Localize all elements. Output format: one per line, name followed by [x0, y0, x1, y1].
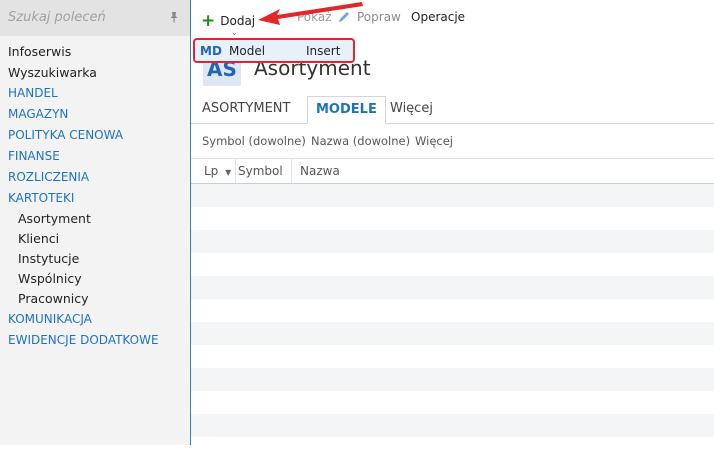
sidebar-item[interactable]: HANDEL — [0, 83, 190, 104]
sidebar-item[interactable]: Wyszukiwarka — [0, 62, 190, 83]
sidebar-item[interactable]: MAGAZYN — [0, 104, 190, 125]
table-row[interactable] — [191, 230, 714, 253]
sidebar: Szukaj poleceń Infoserwis Wyszukiwarka HAN… — [0, 0, 191, 445]
chevron-down-icon: ⌄ — [231, 28, 238, 37]
sidebar-item[interactable]: Wspólnicy — [0, 269, 190, 289]
tab-modele[interactable]: MODELE — [307, 96, 386, 124]
filter-bar: Symbol (dowolne) Nazwa (dowolne) Więcej — [191, 124, 714, 159]
table-row[interactable] — [191, 437, 714, 460]
pin-icon[interactable] — [168, 11, 180, 23]
add-dropdown-item-model[interactable]: MD Model Insert — [193, 38, 355, 63]
search-placeholder: Szukaj poleceń — [8, 10, 106, 25]
sidebar-item[interactable]: Asortyment — [0, 209, 190, 229]
sidebar-item[interactable]: KOMUNIKACJA — [0, 309, 190, 330]
table-row[interactable] — [191, 368, 714, 391]
sidebar-item[interactable]: FINANSE — [0, 146, 190, 167]
sidebar-item[interactable]: Klienci — [0, 229, 190, 249]
operations-button[interactable]: Operacje — [411, 10, 465, 24]
add-button[interactable]: + Dodaj ⌄ — [201, 10, 255, 37]
plus-icon: + — [201, 11, 216, 31]
sidebar-item[interactable]: ROZLICZENIA — [0, 167, 190, 188]
search-input[interactable]: Szukaj poleceń — [0, 0, 190, 36]
sidebar-item[interactable]: POLITYKA CENOWA — [0, 125, 190, 146]
table-row[interactable] — [191, 299, 714, 322]
table-row[interactable] — [191, 184, 714, 207]
column-symbol[interactable]: Symbol — [230, 159, 292, 183]
sidebar-nav: Infoserwis Wyszukiwarka HANDEL MAGAZYN POLIT… — [0, 41, 190, 351]
column-name[interactable]: Nazwa — [292, 159, 714, 183]
symbol-filter[interactable]: Symbol (dowolne) — [202, 134, 306, 148]
table-row[interactable] — [191, 276, 714, 299]
table-row[interactable] — [191, 207, 714, 230]
table-row[interactable] — [191, 414, 714, 437]
more-filters[interactable]: Więcej — [415, 134, 453, 148]
model-code: MD — [200, 44, 222, 58]
annotation-arrow — [258, 2, 363, 25]
table-row[interactable] — [191, 391, 714, 414]
column-lp-label: Lp — [204, 164, 219, 178]
tab-more[interactable]: Więcej — [382, 96, 441, 122]
sidebar-item[interactable]: Instytucje — [0, 249, 190, 269]
table-row[interactable] — [191, 253, 714, 276]
sidebar-item[interactable]: Pracownicy — [0, 289, 190, 309]
table-row[interactable] — [191, 322, 714, 345]
grid-body — [191, 184, 714, 460]
model-label: Model — [229, 44, 266, 58]
grid-header: Lp ▼ Symbol Nazwa — [191, 159, 714, 184]
model-shortcut: Insert — [306, 44, 341, 58]
tab-bar: ASORTYMENT MODELE Więcej — [191, 96, 714, 124]
sidebar-item[interactable]: Infoserwis — [0, 41, 190, 62]
name-filter[interactable]: Nazwa (dowolne) — [311, 134, 410, 148]
tab-asortyment[interactable]: ASORTYMENT — [194, 96, 298, 122]
table-row[interactable] — [191, 345, 714, 368]
sidebar-item[interactable]: EWIDENCJE DODATKOWE — [0, 330, 190, 351]
sidebar-item[interactable]: KARTOTEKI — [0, 188, 190, 209]
